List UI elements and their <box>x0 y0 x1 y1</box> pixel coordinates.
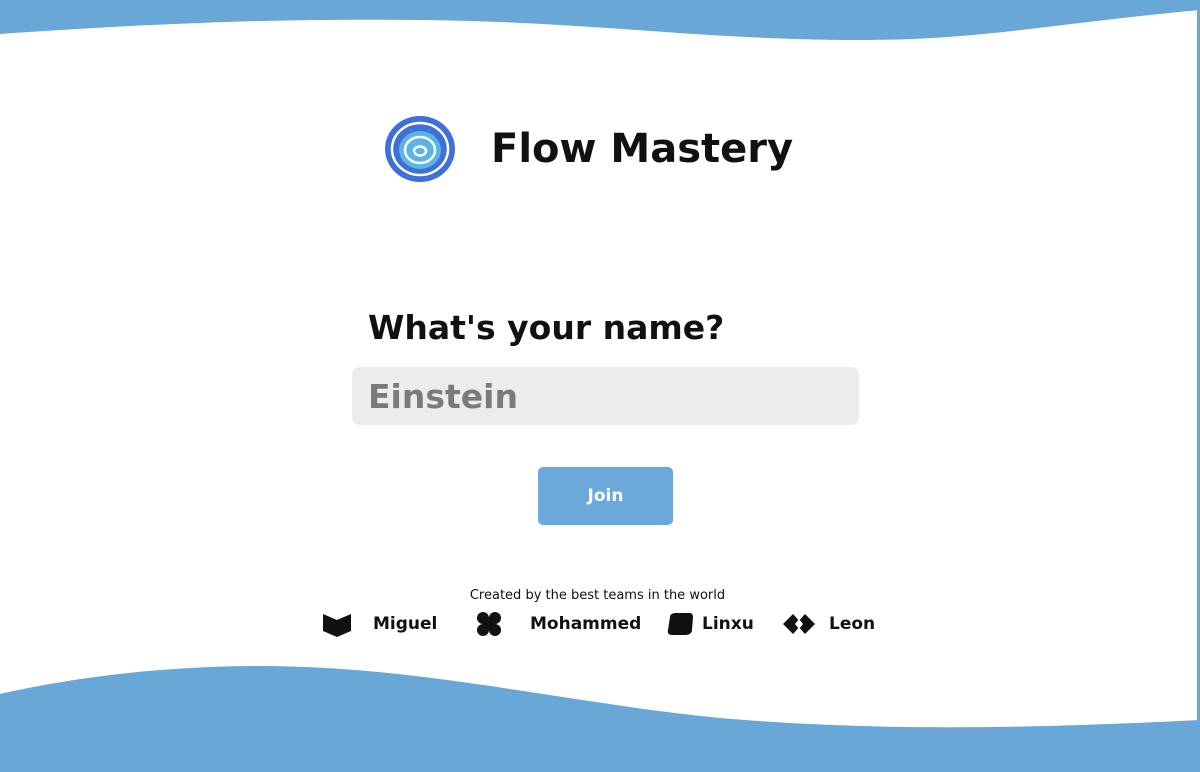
brand-header: Flow Mastery <box>384 114 793 184</box>
team-item: Linxu <box>667 608 754 640</box>
credits-tagline: Created by the best teams in the world <box>469 588 726 603</box>
bottom-wave-decoration <box>0 666 1200 772</box>
diamond-pair-icon <box>783 614 815 634</box>
rounded-square-icon <box>667 613 693 635</box>
team-list: Miguel Mohammed Linxu Leon <box>0 608 1200 640</box>
team-item: Mohammed <box>475 608 641 640</box>
clover-shape-icon <box>477 612 501 636</box>
name-question: What's your name? <box>368 308 725 347</box>
app-title: Flow Mastery <box>491 126 794 172</box>
top-wave-decoration <box>0 0 1200 40</box>
spiral-logo-icon <box>385 116 455 182</box>
team-name: Leon <box>829 614 876 634</box>
team-name: Mohammed <box>530 614 642 634</box>
team-name: Linxu <box>702 614 754 634</box>
team-name: Miguel <box>373 614 438 634</box>
name-input[interactable] <box>352 367 859 425</box>
bookmark-shape-icon <box>323 614 351 637</box>
team-item: Leon <box>782 608 875 640</box>
team-item: Miguel <box>322 608 437 640</box>
join-page: Flow Mastery What's your name? Join Crea… <box>0 0 1200 772</box>
join-button[interactable]: Join <box>538 467 673 525</box>
